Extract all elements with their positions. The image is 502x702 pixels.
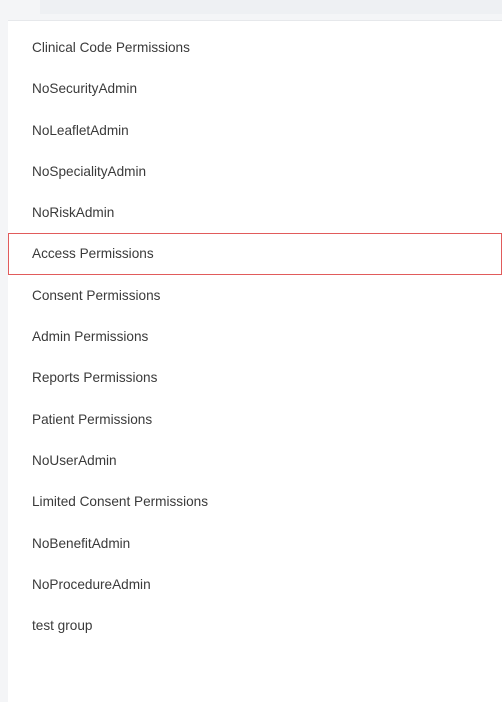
permission-group-item-nobenefitadmin[interactable]: NoBenefitAdmin: [8, 523, 502, 564]
permission-group-item-clinical-code-permissions[interactable]: Clinical Code Permissions: [8, 27, 502, 68]
permission-group-item-consent-permissions[interactable]: Consent Permissions: [8, 275, 502, 316]
permission-group-item-noriskadmin[interactable]: NoRiskAdmin: [8, 192, 502, 233]
permission-group-item-nospecialityadmin[interactable]: NoSpecialityAdmin: [8, 151, 502, 192]
permission-group-item-patient-permissions[interactable]: Patient Permissions: [8, 399, 502, 440]
permission-group-item-nosecurityadmin[interactable]: NoSecurityAdmin: [8, 68, 502, 109]
permission-groups-panel: Clinical Code Permissions NoSecurityAdmin…: [8, 20, 502, 702]
permission-group-item-admin-permissions[interactable]: Admin Permissions: [8, 316, 502, 357]
permission-group-item-nouseradmin[interactable]: NoUserAdmin: [8, 440, 502, 481]
permission-group-item-limited-consent-permissions[interactable]: Limited Consent Permissions: [8, 481, 502, 522]
top-strip-inner: [40, 0, 502, 14]
top-strip: [0, 0, 502, 20]
permission-group-item-reports-permissions[interactable]: Reports Permissions: [8, 357, 502, 398]
permission-group-item-access-permissions[interactable]: Access Permissions: [8, 233, 502, 275]
permission-group-item-test-group[interactable]: test group: [8, 605, 502, 646]
permission-group-item-noprocedureadmin[interactable]: NoProcedureAdmin: [8, 564, 502, 605]
permission-groups-list: Clinical Code Permissions NoSecurityAdmin…: [8, 27, 502, 646]
permission-group-item-noleafletadmin[interactable]: NoLeafletAdmin: [8, 110, 502, 151]
